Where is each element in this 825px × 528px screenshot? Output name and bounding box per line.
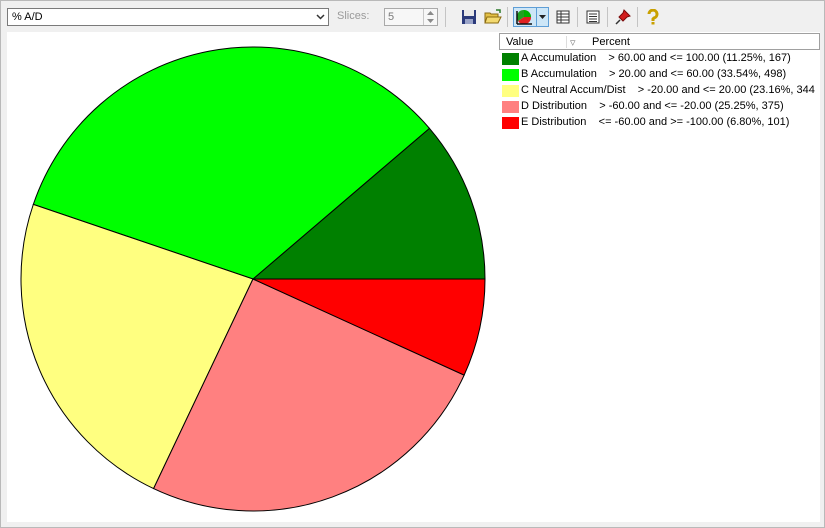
slices-value: 5 <box>388 11 395 23</box>
list-view-button[interactable] <box>583 7 603 27</box>
spin-up-icon[interactable] <box>424 9 437 17</box>
legend-swatch <box>502 85 519 97</box>
legend-item-label: A Accumulation > 60.00 and <= 100.00 (11… <box>521 52 791 64</box>
pie-chart-icon <box>516 9 532 25</box>
toolbar-separator <box>637 7 638 27</box>
help-button[interactable] <box>643 7 663 27</box>
help-icon <box>647 9 659 25</box>
toolbar-separator <box>445 7 446 27</box>
legend-item-label: E Distribution <= -60.00 and >= -100.00 … <box>521 116 790 128</box>
legend: Value ▿ Percent A Accumulation > 60.00 a… <box>499 33 820 133</box>
legend-item[interactable]: D Distribution > -60.00 and <= -20.00 (2… <box>499 99 820 115</box>
dropdown-arrow-icon <box>539 15 546 19</box>
legend-item[interactable]: A Accumulation > 60.00 and <= 100.00 (11… <box>499 51 820 67</box>
chart-type-dropdown[interactable] <box>537 7 549 27</box>
legend-swatch <box>502 53 519 65</box>
pin-button[interactable] <box>613 7 633 27</box>
legend-header: Value ▿ Percent <box>499 33 820 50</box>
legend-swatch <box>502 117 519 129</box>
slices-spinner[interactable]: 5 <box>384 8 438 26</box>
toolbar-separator <box>577 7 578 27</box>
spin-down-icon[interactable] <box>424 17 437 25</box>
save-button[interactable] <box>459 7 479 27</box>
legend-header-value[interactable]: Value <box>506 36 533 48</box>
sort-filter-icon[interactable]: ▿ <box>570 36 576 49</box>
legend-item-label: B Accumulation > 20.00 and <= 60.00 (33.… <box>521 68 787 80</box>
toolbar-separator <box>607 7 608 27</box>
indicator-select[interactable]: % A/D <box>7 8 329 26</box>
legend-swatch <box>502 69 519 81</box>
pin-icon <box>615 9 631 25</box>
legend-item-label: C Neutral Accum/Dist > -20.00 and <= 20.… <box>521 84 815 96</box>
pie-chart-window: % A/D Slices: 5 Value ▿ Percent A Accumu… <box>0 0 825 528</box>
chevron-down-icon[interactable] <box>312 9 328 25</box>
list-view-icon <box>586 10 600 24</box>
table-view-icon <box>556 10 570 24</box>
toolbar-separator <box>507 7 508 27</box>
save-icon <box>462 10 476 24</box>
toolbar: % A/D Slices: 5 <box>1 1 824 31</box>
legend-header-percent[interactable]: Percent <box>592 36 630 48</box>
pie-chart <box>20 46 486 512</box>
legend-item[interactable]: C Neutral Accum/Dist > -20.00 and <= 20.… <box>499 83 820 99</box>
legend-item[interactable]: B Accumulation > 20.00 and <= 60.00 (33.… <box>499 67 820 83</box>
legend-swatch <box>502 101 519 113</box>
pie-chart-button[interactable] <box>513 7 537 27</box>
indicator-select-value: % A/D <box>12 11 43 23</box>
open-button[interactable] <box>483 7 503 27</box>
table-view-button[interactable] <box>553 7 573 27</box>
legend-item[interactable]: E Distribution <= -60.00 and >= -100.00 … <box>499 115 820 131</box>
chart-area: Value ▿ Percent A Accumulation > 60.00 a… <box>7 32 820 522</box>
slices-label: Slices: <box>337 10 370 22</box>
open-folder-icon <box>484 9 502 24</box>
column-divider[interactable] <box>566 36 567 48</box>
legend-item-label: D Distribution > -60.00 and <= -20.00 (2… <box>521 100 784 112</box>
